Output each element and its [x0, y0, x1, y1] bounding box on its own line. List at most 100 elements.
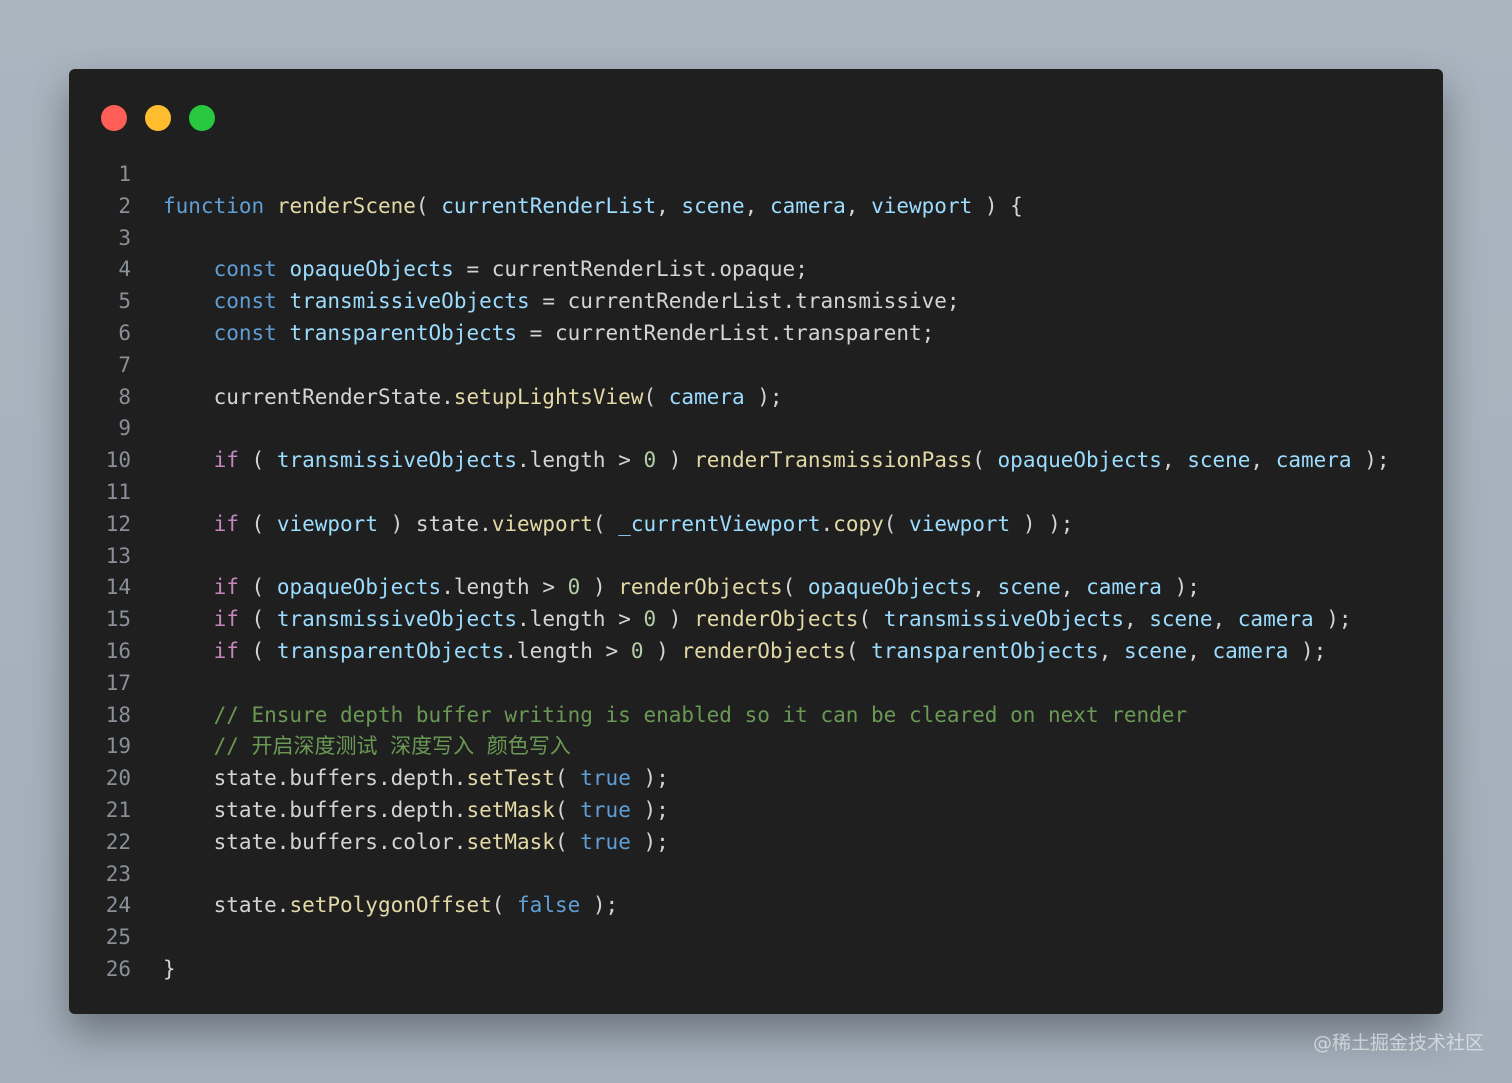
line-number: 19: [105, 734, 131, 759]
code-token: function: [163, 193, 265, 218]
code-line: 18 // Ensure depth buffer writing is ena…: [69, 700, 1443, 732]
code-token: state.buffers.depth.: [213, 797, 467, 822]
code-token: ;: [946, 289, 960, 314]
code-line: 19 // 开启深度测试 深度写入 颜色写入: [69, 731, 1443, 763]
code-token: true: [580, 829, 631, 854]
code-token: >: [605, 607, 644, 632]
line-number: 9: [118, 416, 131, 441]
line-source: const opaqueObjects = currentRenderList.…: [163, 254, 808, 286]
code-token: setTest: [466, 766, 555, 791]
code-token: ,: [1060, 575, 1087, 600]
code-token: >: [592, 638, 631, 663]
code-token: viewport: [491, 511, 593, 536]
code-token: state.buffers.depth.: [213, 766, 467, 791]
code-token: renderTransmissionPass: [694, 448, 973, 473]
code-line: 24 state.setPolygonOffset( false );: [69, 890, 1443, 922]
code-token: true: [580, 766, 631, 791]
code-token: transparentObjects: [289, 320, 518, 345]
code-token: (: [592, 511, 619, 536]
code-token: const: [213, 320, 277, 345]
traffic-lights: [101, 105, 215, 131]
close-button[interactable]: [101, 105, 127, 131]
code-token: (: [415, 193, 442, 218]
line-number: 18: [105, 702, 131, 727]
code-token: setMask: [466, 829, 555, 854]
code-token: renderObjects: [681, 638, 846, 663]
code-token: scene: [1149, 607, 1213, 632]
code-token: (: [845, 638, 872, 663]
code-block: 1 2 function renderScene( currentRenderLis…: [69, 159, 1443, 986]
line-source: currentRenderState.setupLightsView( came…: [163, 382, 783, 414]
code-token: (: [554, 766, 581, 791]
code-token: (: [972, 448, 998, 473]
code-line: 22 state.buffers.color.setMask( true );: [69, 827, 1443, 859]
line-number: 8: [118, 384, 131, 409]
code-token: }: [163, 956, 176, 981]
line-number: 3: [118, 225, 131, 250]
code-token: renderScene: [276, 193, 416, 218]
code-line: 10 if ( transmissiveObjects.length > 0 )…: [69, 445, 1443, 477]
line-number: 5: [118, 289, 131, 314]
code-token: scene: [681, 193, 745, 218]
code-token: copy: [833, 511, 884, 536]
zoom-button[interactable]: [189, 105, 215, 131]
code-line: 21 state.buffers.depth.setMask( true );: [69, 795, 1443, 827]
code-token: (: [238, 575, 277, 600]
code-token: (: [554, 797, 581, 822]
line-number: 11: [105, 479, 131, 504]
code-token: currentRenderList.opaque: [491, 257, 796, 282]
code-token: ,: [744, 193, 770, 218]
code-token: =: [529, 289, 568, 314]
code-token: ,: [1250, 448, 1276, 473]
code-token: .length: [517, 607, 606, 632]
line-source: state.buffers.color.setMask( true );: [163, 827, 669, 859]
code-token: if: [213, 607, 239, 632]
watermark: @稀土掘金技术社区: [1312, 1032, 1484, 1054]
line-number: 16: [105, 638, 131, 663]
line-source: // 开启深度测试 深度写入 颜色写入: [163, 731, 571, 763]
code-token: =: [453, 257, 492, 282]
code-line: 5 const transmissiveObjects = currentRen…: [69, 286, 1443, 318]
line-number: 22: [105, 829, 131, 854]
code-line: 26}: [69, 954, 1443, 986]
code-token: currentRenderList.transparent: [554, 320, 922, 345]
code-line: 14 if ( opaqueObjects.length > 0 ) rende…: [69, 572, 1443, 604]
code-token: setPolygonOffset: [289, 893, 492, 918]
code-token: setupLightsView: [453, 384, 644, 409]
code-token: if: [213, 511, 239, 536]
code-token: viewport: [871, 193, 973, 218]
code-token: // 开启深度测试 深度写入 颜色写入: [213, 734, 571, 759]
code-token: );: [1351, 448, 1390, 473]
code-token: 0: [630, 638, 644, 663]
line-source: if ( viewport ) state.viewport( _current…: [163, 509, 1074, 541]
code-token: state.buffers.color.: [213, 829, 467, 854]
code-token: .length: [441, 575, 530, 600]
code-token: );: [580, 893, 619, 918]
line-number: 26: [105, 956, 131, 981]
code-token: setMask: [466, 797, 555, 822]
line-number: 21: [105, 797, 131, 822]
line-source: if ( opaqueObjects.length > 0 ) renderOb…: [163, 572, 1200, 604]
line-source: function renderScene( currentRenderList,…: [163, 191, 1023, 223]
code-token: ): [656, 448, 695, 473]
code-token: ,: [1212, 607, 1238, 632]
code-token: (: [858, 607, 884, 632]
code-token: (: [238, 511, 277, 536]
line-source: const transmissiveObjects = currentRende…: [163, 286, 960, 318]
code-token: transparentObjects: [871, 638, 1099, 663]
code-line: 13: [69, 541, 1443, 573]
minimize-button[interactable]: [145, 105, 171, 131]
code-token: ): [656, 607, 695, 632]
code-line: 12 if ( viewport ) state.viewport( _curr…: [69, 509, 1443, 541]
code-token: true: [580, 797, 631, 822]
code-token: false: [517, 893, 581, 918]
code-token: ;: [921, 320, 935, 345]
code-token: scene: [1187, 448, 1251, 473]
